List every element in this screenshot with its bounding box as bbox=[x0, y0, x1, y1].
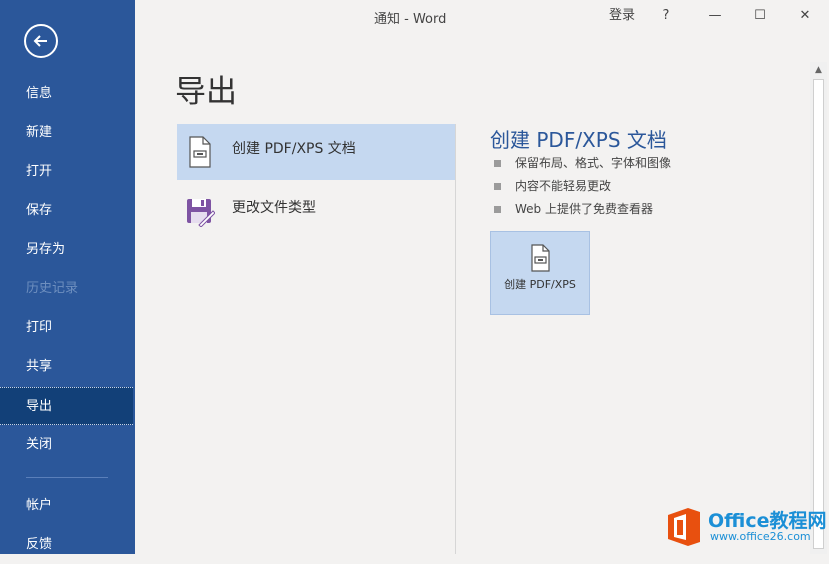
help-button[interactable]: ? bbox=[656, 6, 676, 26]
sidebar-item-history: 历史记录 bbox=[26, 281, 79, 296]
sidebar-item-print[interactable]: 打印 bbox=[0, 309, 133, 347]
sidebar-divider bbox=[26, 477, 108, 478]
watermark-url: www.office26.com bbox=[710, 530, 811, 543]
watermark-logo: Office教程网 www.office26.com bbox=[660, 504, 829, 552]
sidebar-item-save-as[interactable]: 另存为 bbox=[0, 231, 133, 269]
sidebar-item-share[interactable]: 共享 bbox=[0, 348, 133, 386]
page-title: 导出 bbox=[175, 74, 237, 110]
export-option-create-pdf-label: 创建 PDF/XPS 文档 bbox=[232, 141, 356, 157]
close-button[interactable]: ✕ bbox=[790, 6, 820, 26]
signin-button[interactable]: 登录 bbox=[603, 6, 641, 26]
sidebar-item-new[interactable]: 新建 bbox=[0, 114, 133, 152]
window-title: 通知 - Word bbox=[374, 12, 447, 27]
export-option-change-file-type[interactable]: 更改文件类型 bbox=[177, 183, 455, 239]
document-icon bbox=[189, 136, 211, 168]
document-icon bbox=[531, 244, 550, 272]
sidebar-item-info[interactable]: 信息 bbox=[0, 75, 133, 113]
bullet-item: Web 上提供了免费查看器 bbox=[494, 198, 671, 221]
sidebar-item-open[interactable]: 打开 bbox=[0, 153, 133, 191]
vertical-scrollbar[interactable]: ▲ bbox=[810, 62, 827, 554]
bullet-text: 内容不能轻易更改 bbox=[515, 179, 612, 193]
sidebar-item-save[interactable]: 保存 bbox=[0, 192, 133, 230]
office-logo-icon bbox=[668, 508, 700, 546]
sidebar-item-feedback[interactable]: 反馈 bbox=[0, 526, 133, 564]
panel-divider bbox=[455, 124, 456, 554]
detail-bullets: 保留布局、格式、字体和图像 内容不能轻易更改 Web 上提供了免费查看器 bbox=[494, 152, 671, 221]
bullet-text: 保留布局、格式、字体和图像 bbox=[515, 156, 672, 170]
bullet-square-icon bbox=[494, 160, 501, 167]
bullet-square-icon bbox=[494, 183, 501, 190]
watermark-title: Office教程网 bbox=[708, 510, 827, 532]
scroll-thumb[interactable] bbox=[813, 79, 824, 549]
minimize-button[interactable]: — bbox=[700, 6, 730, 26]
bullet-text: Web 上提供了免费查看器 bbox=[515, 202, 653, 216]
sidebar-item-close[interactable]: 关闭 bbox=[0, 426, 133, 464]
scroll-up-arrow-icon[interactable]: ▲ bbox=[810, 62, 827, 78]
export-option-create-pdf[interactable]: 创建 PDF/XPS 文档 bbox=[177, 124, 455, 180]
maximize-button[interactable]: ☐ bbox=[745, 6, 775, 26]
sidebar-item-account[interactable]: 帐户 bbox=[0, 487, 133, 525]
bullet-item: 内容不能轻易更改 bbox=[494, 175, 671, 198]
back-button[interactable] bbox=[24, 24, 58, 58]
detail-title: 创建 PDF/XPS 文档 bbox=[490, 128, 667, 152]
create-pdf-xps-label: 创建 PDF/XPS bbox=[504, 278, 576, 291]
backstage-sidebar: 信息 新建 打开 保存 另存为 历史记录 打印 共享 导出 关闭 帐户 反馈 bbox=[0, 0, 135, 554]
save-as-icon bbox=[187, 199, 215, 227]
bullet-square-icon bbox=[494, 206, 501, 213]
create-pdf-xps-button[interactable]: 创建 PDF/XPS bbox=[490, 231, 590, 315]
export-option-change-file-type-label: 更改文件类型 bbox=[232, 200, 316, 216]
sidebar-item-export[interactable]: 导出 bbox=[0, 387, 133, 425]
back-arrow-icon bbox=[33, 35, 47, 47]
bullet-item: 保留布局、格式、字体和图像 bbox=[494, 152, 671, 175]
